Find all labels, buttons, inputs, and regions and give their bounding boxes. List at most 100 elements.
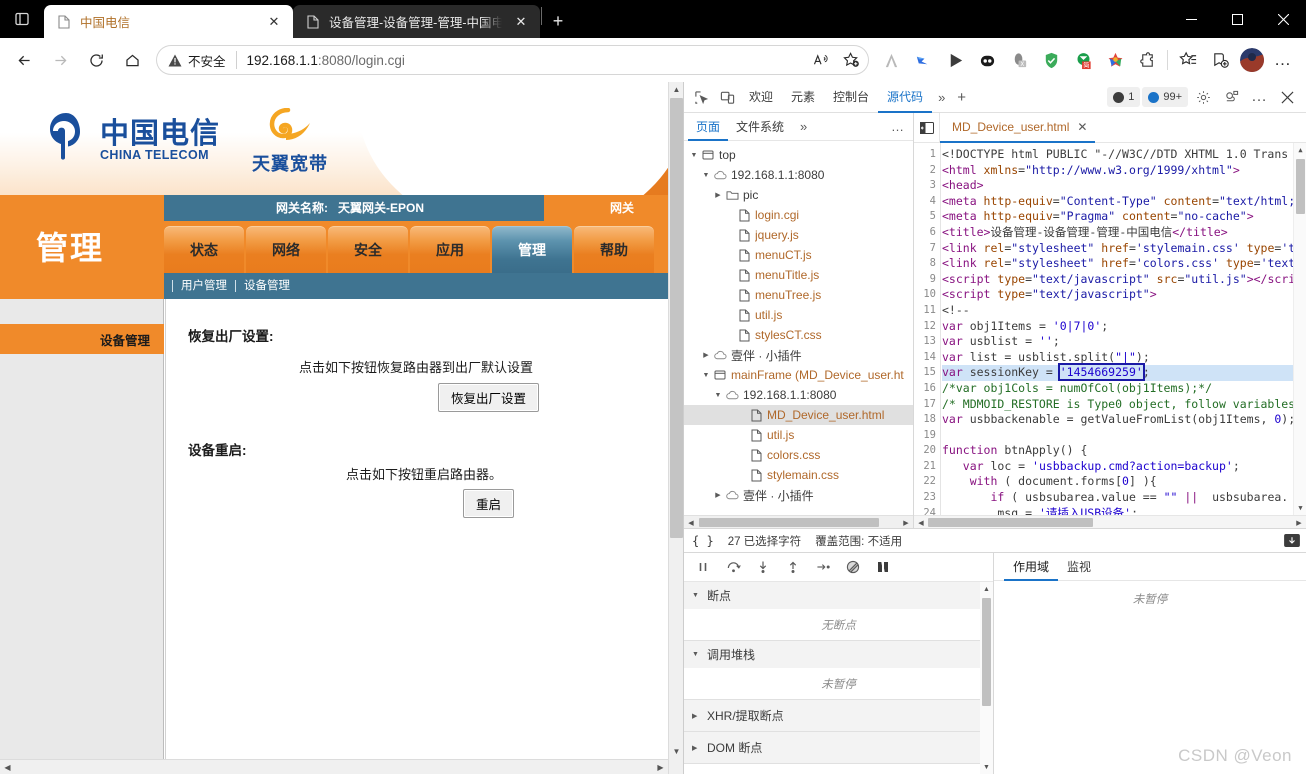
subnav-item-device-management[interactable]: 设备管理 (235, 280, 298, 292)
scrollbar-thumb[interactable] (670, 98, 683, 538)
tab-close-button[interactable]: ✕ (263, 11, 285, 33)
arc-extension-icon[interactable] (875, 44, 907, 76)
step-over-icon[interactable] (720, 555, 746, 579)
devtools-tab-console[interactable]: 控制台 (824, 82, 878, 113)
scroll-up-arrow-icon[interactable]: ▲ (1294, 143, 1306, 157)
sidebar-item-device-management[interactable]: 设备管理 (0, 324, 164, 354)
colorful-star-icon[interactable] (1099, 44, 1131, 76)
tab-close-button[interactable]: ✕ (510, 11, 532, 33)
scrollbar-thumb[interactable] (1296, 159, 1305, 214)
tree-row[interactable]: stylesCT.css (684, 325, 913, 345)
disclosure-triangle-icon[interactable]: ▶ (712, 491, 724, 499)
navigator-more-options-button[interactable]: … (883, 119, 913, 134)
scroll-right-arrow-icon[interactable]: ▶ (1292, 516, 1306, 529)
editor-file-tab[interactable]: MD_Device_user.html ✕ (940, 113, 1096, 143)
tree-row[interactable]: menuTree.js (684, 285, 913, 305)
devtools-more-options-button[interactable]: … (1246, 84, 1272, 110)
security-indicator[interactable]: 不安全 (168, 51, 226, 70)
call-stack-header[interactable]: ▼ 调用堆栈 (684, 641, 993, 668)
tree-row[interactable]: ▼ 192.168.1.1:8080 (684, 165, 913, 185)
devtools-more-tabs-button[interactable]: » (932, 90, 951, 105)
omnibox[interactable]: 不安全 192.168.1.1:8080/login.cgi (156, 45, 869, 75)
breakpoints-header[interactable]: ▼ 断点 (684, 582, 993, 609)
tree-row[interactable]: util.js (684, 425, 913, 445)
navigator-tab-filesystem[interactable]: 文件系统 (728, 113, 792, 141)
browser-tab-active[interactable]: 中国电信 ✕ (44, 5, 293, 38)
scroll-down-arrow-icon[interactable]: ▼ (980, 760, 993, 774)
nav-tab-management[interactable]: 管理 (492, 226, 572, 273)
disclosure-triangle-icon[interactable]: ▼ (692, 651, 701, 658)
show-navigator-icon[interactable] (914, 112, 940, 143)
code-content[interactable]: <!DOCTYPE html PUBLIC "-//W3C//DTD XHTML… (942, 143, 1293, 515)
tree-row[interactable]: util.js (684, 305, 913, 325)
scroll-up-arrow-icon[interactable]: ▲ (669, 82, 683, 97)
tree-row[interactable]: menuCT.js (684, 245, 913, 265)
maximize-button[interactable] (1214, 0, 1260, 38)
tree-row[interactable]: ▶ 壹伴 · 小插件 (684, 485, 913, 505)
inspect-element-icon[interactable] (688, 84, 714, 110)
tree-row[interactable]: ▼ mainFrame (MD_Device_user.ht (684, 365, 913, 385)
home-button[interactable] (114, 42, 150, 78)
scope-tab-scope[interactable]: 作用域 (1004, 553, 1059, 581)
disclosure-triangle-icon[interactable]: ▶ (700, 351, 712, 359)
minimize-button[interactable] (1168, 0, 1214, 38)
read-aloud-icon[interactable] (807, 47, 835, 73)
step-into-icon[interactable] (750, 555, 776, 579)
forward-button[interactable] (42, 42, 78, 78)
editor-horizontal-scrollbar[interactable]: ◀ ▶ (914, 515, 1306, 528)
disclosure-triangle-icon[interactable]: ▶ (692, 744, 701, 752)
tree-row[interactable]: colors.css (684, 445, 913, 465)
yinyang-red-icon[interactable]: 简 (1067, 44, 1099, 76)
devtools-tab-sources[interactable]: 源代码 (878, 82, 933, 113)
add-favorites-icon[interactable] (1204, 44, 1236, 76)
navigator-horizontal-scrollbar[interactable]: ◀ ▶ (684, 515, 913, 528)
scroll-left-arrow-icon[interactable]: ◀ (0, 760, 15, 774)
pause-resume-icon[interactable] (690, 555, 716, 579)
devtools-tab-elements[interactable]: 元素 (782, 82, 824, 113)
scope-tab-watch[interactable]: 监视 (1058, 553, 1100, 581)
customize-devtools-icon[interactable] (1218, 84, 1244, 110)
scroll-right-arrow-icon[interactable]: ▶ (899, 516, 913, 529)
scrollbar-thumb[interactable] (699, 518, 879, 527)
device-toolbar-icon[interactable] (714, 84, 740, 110)
navigator-more-tabs-button[interactable]: » (792, 119, 815, 134)
page-horizontal-scrollbar[interactable]: ◀ ▶ (0, 759, 668, 774)
disclosure-triangle-icon[interactable]: ▼ (692, 592, 701, 599)
disclosure-triangle-icon[interactable]: ▼ (712, 392, 724, 399)
devtools-tab-welcome[interactable]: 欢迎 (740, 82, 782, 113)
disclosure-triangle-icon[interactable]: ▶ (712, 191, 724, 199)
close-button[interactable] (1260, 0, 1306, 38)
message-count-chip[interactable]: 99+ (1142, 87, 1188, 107)
tree-row[interactable]: ▶ 壹伴 · 小插件 (684, 345, 913, 365)
tree-row[interactable]: ▶ pic (684, 185, 913, 205)
reload-button[interactable] (78, 42, 114, 78)
nav-tab-network[interactable]: 网络 (246, 226, 326, 273)
scroll-left-arrow-icon[interactable]: ◀ (684, 516, 698, 529)
step-out-icon[interactable] (780, 555, 806, 579)
url-text[interactable]: 192.168.1.1:8080/login.cgi (247, 53, 807, 68)
panda-extension-icon[interactable] (971, 44, 1003, 76)
factory-reset-button[interactable]: 恢复出厂设置 (438, 383, 540, 412)
tree-row[interactable]: menuTitle.js (684, 265, 913, 285)
subnav-item-user-management[interactable]: 用户管理 (172, 280, 235, 292)
new-tab-button[interactable]: + (543, 6, 573, 36)
tree-row[interactable]: login.cgi (684, 205, 913, 225)
jump-to-bottom-icon[interactable] (1284, 534, 1306, 547)
navigator-tab-page[interactable]: 页面 (688, 113, 729, 141)
nav-tab-security[interactable]: 安全 (328, 226, 408, 273)
dom-breakpoints-header[interactable]: ▶ DOM 断点 (684, 732, 993, 763)
pause-on-exceptions-icon[interactable] (870, 555, 896, 579)
scroll-right-arrow-icon[interactable]: ▶ (653, 760, 668, 774)
collections-icon[interactable] (1172, 44, 1204, 76)
gear-icon[interactable] (1190, 84, 1216, 110)
devtools-close-button[interactable] (1274, 84, 1300, 110)
page-vertical-scrollbar[interactable]: ▲ ▼ (668, 82, 683, 774)
disclosure-triangle-icon[interactable]: ▼ (700, 372, 712, 379)
tree-row[interactable]: jquery.js (684, 225, 913, 245)
kiwi-extension-icon[interactable] (907, 44, 939, 76)
puzzle-extension-icon[interactable] (1131, 44, 1163, 76)
play-extension-icon[interactable] (939, 44, 971, 76)
scrollbar-thumb[interactable] (928, 518, 1093, 527)
browser-tab-inactive[interactable]: 设备管理-设备管理-管理-中国电信 ✕ (293, 5, 540, 38)
tree-row-selected[interactable]: MD_Device_user.html (684, 405, 913, 425)
